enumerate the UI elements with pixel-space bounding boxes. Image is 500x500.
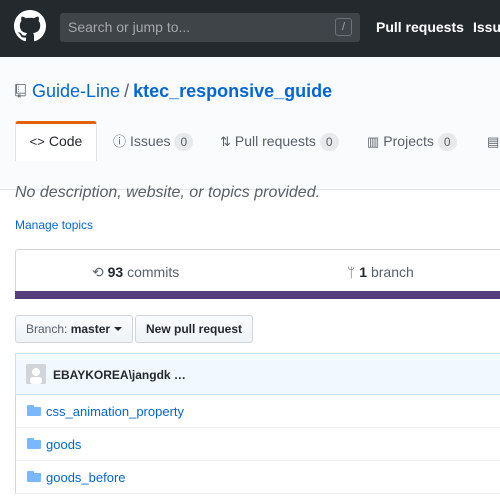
repo-icon [15, 84, 26, 98]
file-list: css_animation_property goods goods_befor… [15, 395, 500, 494]
chevron-down-icon [114, 327, 123, 331]
repo-header: Guide-Line / ktec_responsive_guide <> Code … [0, 57, 500, 190]
nav-pull-requests[interactable]: Pull requests [376, 19, 464, 35]
file-name-link[interactable]: goods_before [46, 470, 126, 485]
tab-code-label: Code [48, 133, 83, 149]
user-avatar-icon [26, 364, 46, 384]
branch-icon: ᛘ [347, 264, 356, 280]
tab-issues[interactable]: ⓘ Issues 0 [113, 121, 194, 161]
search-input[interactable]: Search or jump to... / [60, 13, 360, 42]
new-pull-request-button[interactable]: New pull request [135, 315, 254, 343]
tab-projects-label: Projects [383, 133, 434, 149]
commits-link[interactable]: ⟲ 93 commits [92, 264, 179, 281]
tab-pull-requests-label: Pull requests [234, 133, 316, 149]
slash-shortcut-hint: / [335, 18, 352, 36]
folder-icon [27, 405, 41, 416]
manage-topics-link[interactable]: Manage topics [15, 218, 93, 232]
repo-owner-link[interactable]: Guide-Line [32, 81, 120, 101]
language-bar[interactable] [15, 291, 500, 299]
repo-title: Guide-Line / ktec_responsive_guide [15, 81, 332, 102]
branches-link[interactable]: ᛘ 1 branch [347, 264, 414, 280]
list-item: goods [15, 428, 500, 461]
branch-select-label: Branch: [26, 322, 68, 336]
branch-select-button[interactable]: Branch: master [15, 315, 134, 343]
search-placeholder: Search or jump to... [68, 19, 191, 35]
folder-icon [27, 471, 41, 482]
tab-issues-label: Issues [130, 133, 171, 149]
nav-issues[interactable]: Issues [473, 19, 500, 35]
commit-author-link[interactable]: EBAYKOREA\jangdk … [53, 368, 186, 382]
issue-icon: ⓘ [113, 134, 127, 149]
file-name-link[interactable]: goods [46, 437, 81, 452]
wiki-icon: ▤ [487, 134, 500, 149]
project-icon: ▥ [367, 134, 380, 149]
repo-path-separator: / [124, 81, 130, 101]
pull-request-icon: ⇅ [220, 134, 231, 149]
tab-pull-requests[interactable]: ⇅ Pull requests 0 [220, 121, 339, 161]
tab-more[interactable]: ▤ [487, 121, 500, 161]
list-item: css_animation_property [15, 395, 500, 428]
list-item: goods_before [15, 461, 500, 494]
pull-requests-counter: 0 [319, 133, 339, 151]
branch-label: branch [370, 264, 414, 280]
latest-commit-bar: EBAYKOREA\jangdk … [15, 353, 500, 395]
history-icon: ⟲ [92, 264, 104, 280]
branch-count: 1 [359, 264, 368, 280]
avatar[interactable] [26, 364, 46, 384]
commits-label: commits [127, 264, 180, 280]
branch-select-value: master [70, 322, 111, 336]
tab-code[interactable]: <> Code [15, 121, 97, 161]
commits-count: 93 [107, 264, 124, 280]
repo-description: No description, website, or topics provi… [15, 184, 321, 201]
github-logo-icon[interactable] [14, 10, 46, 42]
tab-projects[interactable]: ▥ Projects 0 [367, 121, 457, 161]
file-name-link[interactable]: css_animation_property [46, 404, 184, 419]
global-header: Search or jump to... / Pull requests Iss… [0, 0, 500, 57]
folder-icon [27, 438, 41, 449]
code-icon: <> [29, 134, 45, 149]
projects-counter: 0 [437, 133, 457, 151]
issues-counter: 0 [174, 133, 194, 151]
repo-name-link[interactable]: ktec_responsive_guide [133, 81, 332, 101]
